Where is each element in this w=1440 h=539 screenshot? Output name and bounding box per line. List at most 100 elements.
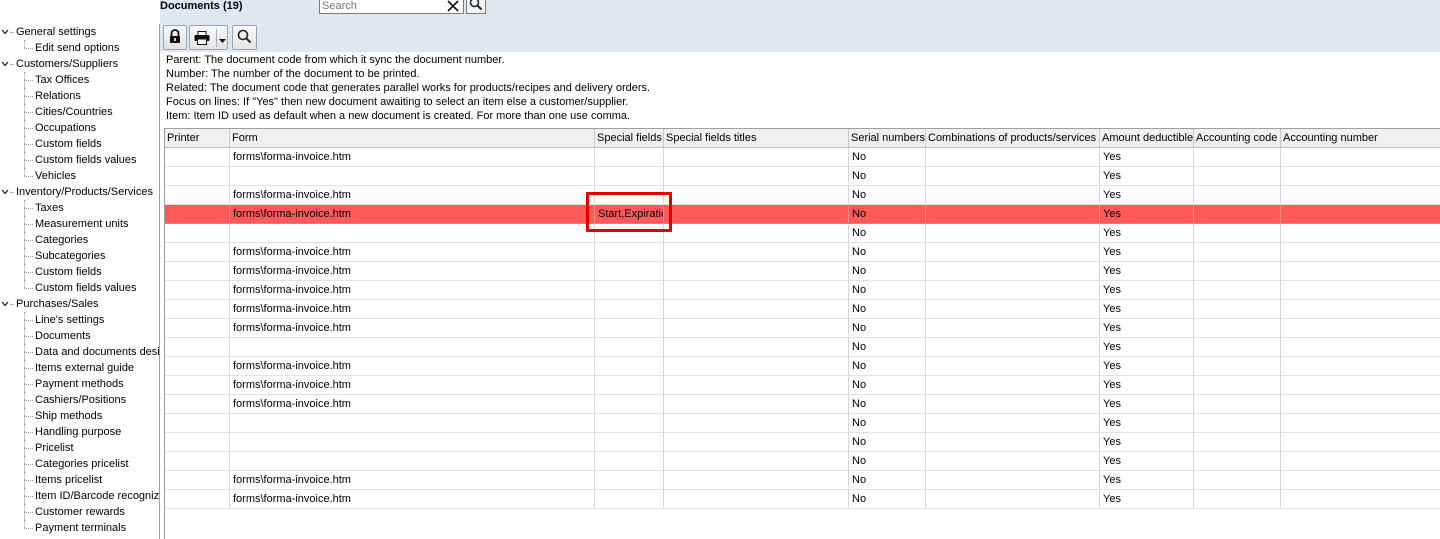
table-cell-special-fields-titles[interactable]	[664, 452, 849, 471]
table-cell-special-fields[interactable]	[595, 167, 664, 186]
table-cell-accounting-code[interactable]	[1194, 205, 1281, 224]
table-cell-printer[interactable]	[165, 186, 230, 205]
search-input[interactable]	[321, 0, 443, 13]
table-cell-combinations-of-products-services[interactable]	[926, 148, 1100, 167]
table-cell-accounting-code[interactable]	[1194, 452, 1281, 471]
table-cell-printer[interactable]	[165, 262, 230, 281]
table-cell-special-fields[interactable]	[595, 376, 664, 395]
tree-item-payment-terminals[interactable]: Payment terminals	[0, 520, 159, 536]
tree-item-categories-pricelist[interactable]: Categories pricelist	[0, 456, 159, 472]
table-cell-special-fields-titles[interactable]	[664, 490, 849, 509]
print-button[interactable]	[189, 25, 228, 50]
table-cell-accounting-number[interactable]	[1281, 433, 1440, 452]
table-cell-accounting-code[interactable]	[1194, 281, 1281, 300]
table-row[interactable]: forms\forma-invoice.htm No Yes	[165, 148, 1440, 167]
table-cell-serial-numbers[interactable]: No	[849, 414, 926, 433]
table-cell-combinations-of-products-services[interactable]	[926, 319, 1100, 338]
table-cell-printer[interactable]	[165, 148, 230, 167]
table-cell-printer[interactable]	[165, 471, 230, 490]
table-row[interactable]: forms\forma-invoice.htm No Yes	[165, 281, 1440, 300]
table-cell-amount-deductible[interactable]: Yes	[1100, 319, 1194, 338]
table-cell-accounting-number[interactable]	[1281, 490, 1440, 509]
table-cell-serial-numbers[interactable]: No	[849, 395, 926, 414]
table-cell-special-fields-titles[interactable]	[664, 224, 849, 243]
table-cell-special-fields[interactable]	[595, 281, 664, 300]
table-cell-serial-numbers[interactable]: No	[849, 376, 926, 395]
table-cell-serial-numbers[interactable]: No	[849, 224, 926, 243]
table-cell-form[interactable]	[230, 224, 595, 243]
tree-item-line-s-settings[interactable]: Line's settings	[0, 312, 159, 328]
tree-item-occupations[interactable]: Occupations	[0, 120, 159, 136]
table-cell-combinations-of-products-services[interactable]	[926, 262, 1100, 281]
table-row[interactable]: No Yes	[165, 338, 1440, 357]
table-cell-accounting-code[interactable]	[1194, 490, 1281, 509]
table-cell-combinations-of-products-services[interactable]	[926, 433, 1100, 452]
tree-item-items-external-guide[interactable]: Items external guide	[0, 360, 159, 376]
table-cell-accounting-number[interactable]	[1281, 224, 1440, 243]
tree-item-measurement-units[interactable]: Measurement units	[0, 216, 159, 232]
table-cell-accounting-number[interactable]	[1281, 262, 1440, 281]
table-cell-accounting-number[interactable]	[1281, 281, 1440, 300]
tree-item-edit-send-options[interactable]: Edit send options	[0, 40, 159, 56]
table-cell-serial-numbers[interactable]: No	[849, 262, 926, 281]
table-cell-special-fields[interactable]	[595, 262, 664, 281]
table-cell-special-fields[interactable]	[595, 243, 664, 262]
table-row[interactable]: forms\forma-invoice.htm No Yes	[165, 357, 1440, 376]
table-cell-special-fields-titles[interactable]	[664, 186, 849, 205]
tree-item-documents[interactable]: Documents	[0, 328, 159, 344]
table-cell-accounting-code[interactable]	[1194, 471, 1281, 490]
table-row[interactable]: No Yes	[165, 167, 1440, 186]
table-cell-accounting-number[interactable]	[1281, 148, 1440, 167]
tree-item-subcategories[interactable]: Subcategories	[0, 248, 159, 264]
column-header-special-fields-titles[interactable]: Special fields titles	[664, 129, 849, 148]
table-cell-form[interactable]: forms\forma-invoice.htm	[230, 471, 595, 490]
table-cell-amount-deductible[interactable]: Yes	[1100, 148, 1194, 167]
tree-item-vehicles[interactable]: Vehicles	[0, 168, 159, 184]
table-cell-amount-deductible[interactable]: Yes	[1100, 205, 1194, 224]
table-cell-combinations-of-products-services[interactable]	[926, 167, 1100, 186]
table-row[interactable]: forms\forma-invoice.htm No Yes	[165, 243, 1440, 262]
table-cell-combinations-of-products-services[interactable]	[926, 395, 1100, 414]
table-cell-special-fields-titles[interactable]	[664, 319, 849, 338]
table-cell-combinations-of-products-services[interactable]	[926, 300, 1100, 319]
table-cell-serial-numbers[interactable]: No	[849, 490, 926, 509]
table-cell-amount-deductible[interactable]: Yes	[1100, 186, 1194, 205]
tree-item-data-and-documents-design[interactable]: Data and documents design	[0, 344, 159, 360]
table-cell-accounting-number[interactable]	[1281, 186, 1440, 205]
tree-item-customer-rewards[interactable]: Customer rewards	[0, 504, 159, 520]
table-cell-printer[interactable]	[165, 490, 230, 509]
table-cell-accounting-number[interactable]	[1281, 414, 1440, 433]
table-cell-serial-numbers[interactable]: No	[849, 338, 926, 357]
table-cell-special-fields-titles[interactable]	[664, 414, 849, 433]
table-cell-accounting-code[interactable]	[1194, 433, 1281, 452]
table-cell-form[interactable]	[230, 338, 595, 357]
column-header-serial-numbers[interactable]: Serial numbers	[849, 129, 926, 148]
table-cell-special-fields[interactable]	[595, 471, 664, 490]
table-cell-serial-numbers[interactable]: No	[849, 319, 926, 338]
column-header-form[interactable]: Form	[230, 129, 595, 148]
table-cell-amount-deductible[interactable]: Yes	[1100, 167, 1194, 186]
table-cell-serial-numbers[interactable]: No	[849, 300, 926, 319]
table-row[interactable]: forms\forma-invoice.htm No Yes	[165, 262, 1440, 281]
table-cell-accounting-code[interactable]	[1194, 167, 1281, 186]
table-cell-form[interactable]: forms\forma-invoice.htm	[230, 262, 595, 281]
table-cell-amount-deductible[interactable]: Yes	[1100, 376, 1194, 395]
tree-item-items-pricelist[interactable]: Items pricelist	[0, 472, 159, 488]
table-row[interactable]: forms\forma-invoice.htm No Yes	[165, 186, 1440, 205]
table-row[interactable]: forms\forma-invoice.htm No Yes	[165, 376, 1440, 395]
table-cell-combinations-of-products-services[interactable]	[926, 471, 1100, 490]
table-cell-form[interactable]: forms\forma-invoice.htm	[230, 300, 595, 319]
table-row[interactable]: forms\forma-invoice.htm Start,Expiratic No…	[165, 205, 1440, 224]
table-cell-accounting-number[interactable]	[1281, 376, 1440, 395]
tree-item-handling-purpose[interactable]: Handling purpose	[0, 424, 159, 440]
table-cell-special-fields[interactable]	[595, 186, 664, 205]
table-cell-special-fields[interactable]	[595, 357, 664, 376]
table-cell-special-fields[interactable]	[595, 414, 664, 433]
table-cell-printer[interactable]	[165, 224, 230, 243]
tree-item-custom-fields[interactable]: Custom fields	[0, 264, 159, 280]
table-cell-form[interactable]: forms\forma-invoice.htm	[230, 490, 595, 509]
table-cell-amount-deductible[interactable]: Yes	[1100, 452, 1194, 471]
tree-item-cities-countries[interactable]: Cities/Countries	[0, 104, 159, 120]
table-cell-form[interactable]: forms\forma-invoice.htm	[230, 376, 595, 395]
table-cell-special-fields[interactable]	[595, 338, 664, 357]
